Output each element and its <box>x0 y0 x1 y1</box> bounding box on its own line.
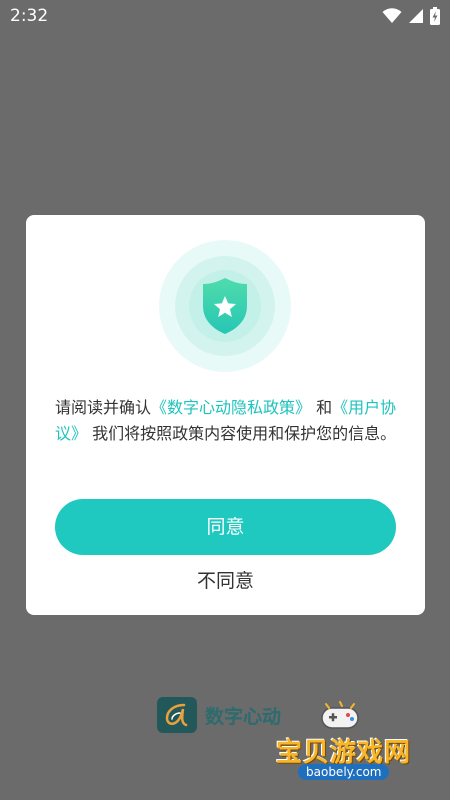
privacy-message: 请阅读并确认《数字心动隐私政策》 和《用户协议》 我们将按照政策内容使用和保护您… <box>55 395 397 447</box>
shield-star-icon <box>159 240 291 372</box>
status-time: 2:32 <box>10 6 49 26</box>
message-text: 和 <box>316 398 333 417</box>
agree-button[interactable]: 同意 <box>55 499 396 555</box>
battery-charging-icon <box>430 7 440 25</box>
disagree-button[interactable]: 不同意 <box>126 565 325 597</box>
brand: 数字心动 <box>157 697 281 733</box>
status-bar: 2:32 <box>0 0 450 32</box>
watermark-url: baobely.com <box>298 764 390 780</box>
privacy-dialog: 请阅读并确认《数字心动隐私政策》 和《用户协议》 我们将按照政策内容使用和保护您… <box>26 215 425 615</box>
app-logo-icon <box>157 697 197 733</box>
message-text: 请阅读并确认 <box>55 398 152 417</box>
watermark: 宝贝游戏网 baobely.com <box>268 700 428 790</box>
signal-icon <box>408 8 424 24</box>
message-text: 我们将按照政策内容使用和保护您的信息。 <box>92 424 397 443</box>
wifi-icon <box>382 8 402 24</box>
gamepad-icon <box>318 700 362 736</box>
status-icons <box>382 7 440 25</box>
privacy-policy-link[interactable]: 《数字心动隐私政策》 <box>151 398 311 417</box>
